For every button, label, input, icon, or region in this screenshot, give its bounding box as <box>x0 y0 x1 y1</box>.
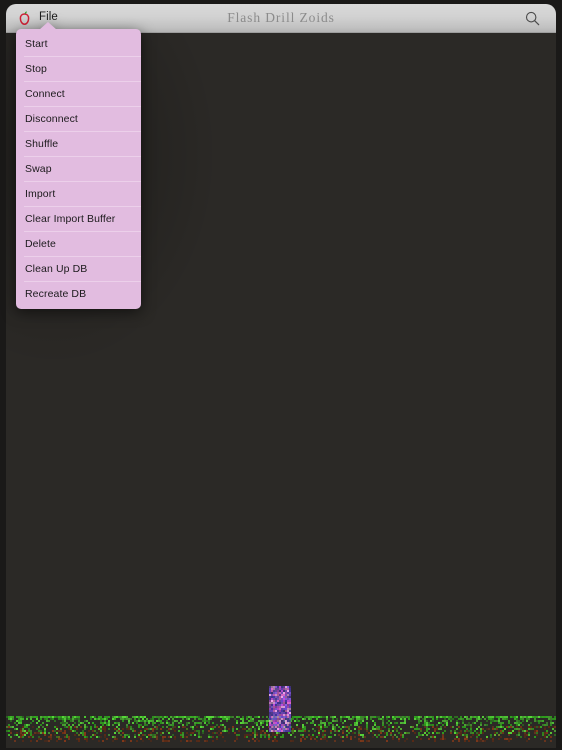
file-dropdown-menu[interactable]: Start Stop Connect Disconnect Shuffle Swap Imp… <box>16 22 141 309</box>
menu-item-shuffle[interactable]: Shuffle <box>16 131 141 156</box>
app-window: File Flash Drill Zoids Start Stop Connect D… <box>0 0 562 750</box>
apple-icon <box>17 10 32 26</box>
menu-item-start[interactable]: Start <box>16 31 141 56</box>
menu-item-clear-import-buffer[interactable]: Clear Import Buffer <box>16 206 141 231</box>
game-scene <box>6 678 556 748</box>
menu-item-recreate-db[interactable]: Recreate DB <box>16 281 141 306</box>
menu-item-import[interactable]: Import <box>16 181 141 206</box>
menu-item-disconnect[interactable]: Disconnect <box>16 106 141 131</box>
menu-item-delete[interactable]: Delete <box>16 231 141 256</box>
ground-grass-strip <box>6 716 556 742</box>
search-icon <box>525 11 540 26</box>
menu-item-clean-up-db[interactable]: Clean Up DB <box>16 256 141 281</box>
file-dropdown-list: Start Stop Connect Disconnect Shuffle Swap Imp… <box>16 29 141 309</box>
window-title: Flash Drill Zoids <box>227 10 335 25</box>
menu-item-connect[interactable]: Connect <box>16 81 141 106</box>
menu-item-swap[interactable]: Swap <box>16 156 141 181</box>
menu-item-stop[interactable]: Stop <box>16 56 141 81</box>
pixel-tower-sprite <box>269 686 291 732</box>
search-button[interactable] <box>517 4 547 33</box>
